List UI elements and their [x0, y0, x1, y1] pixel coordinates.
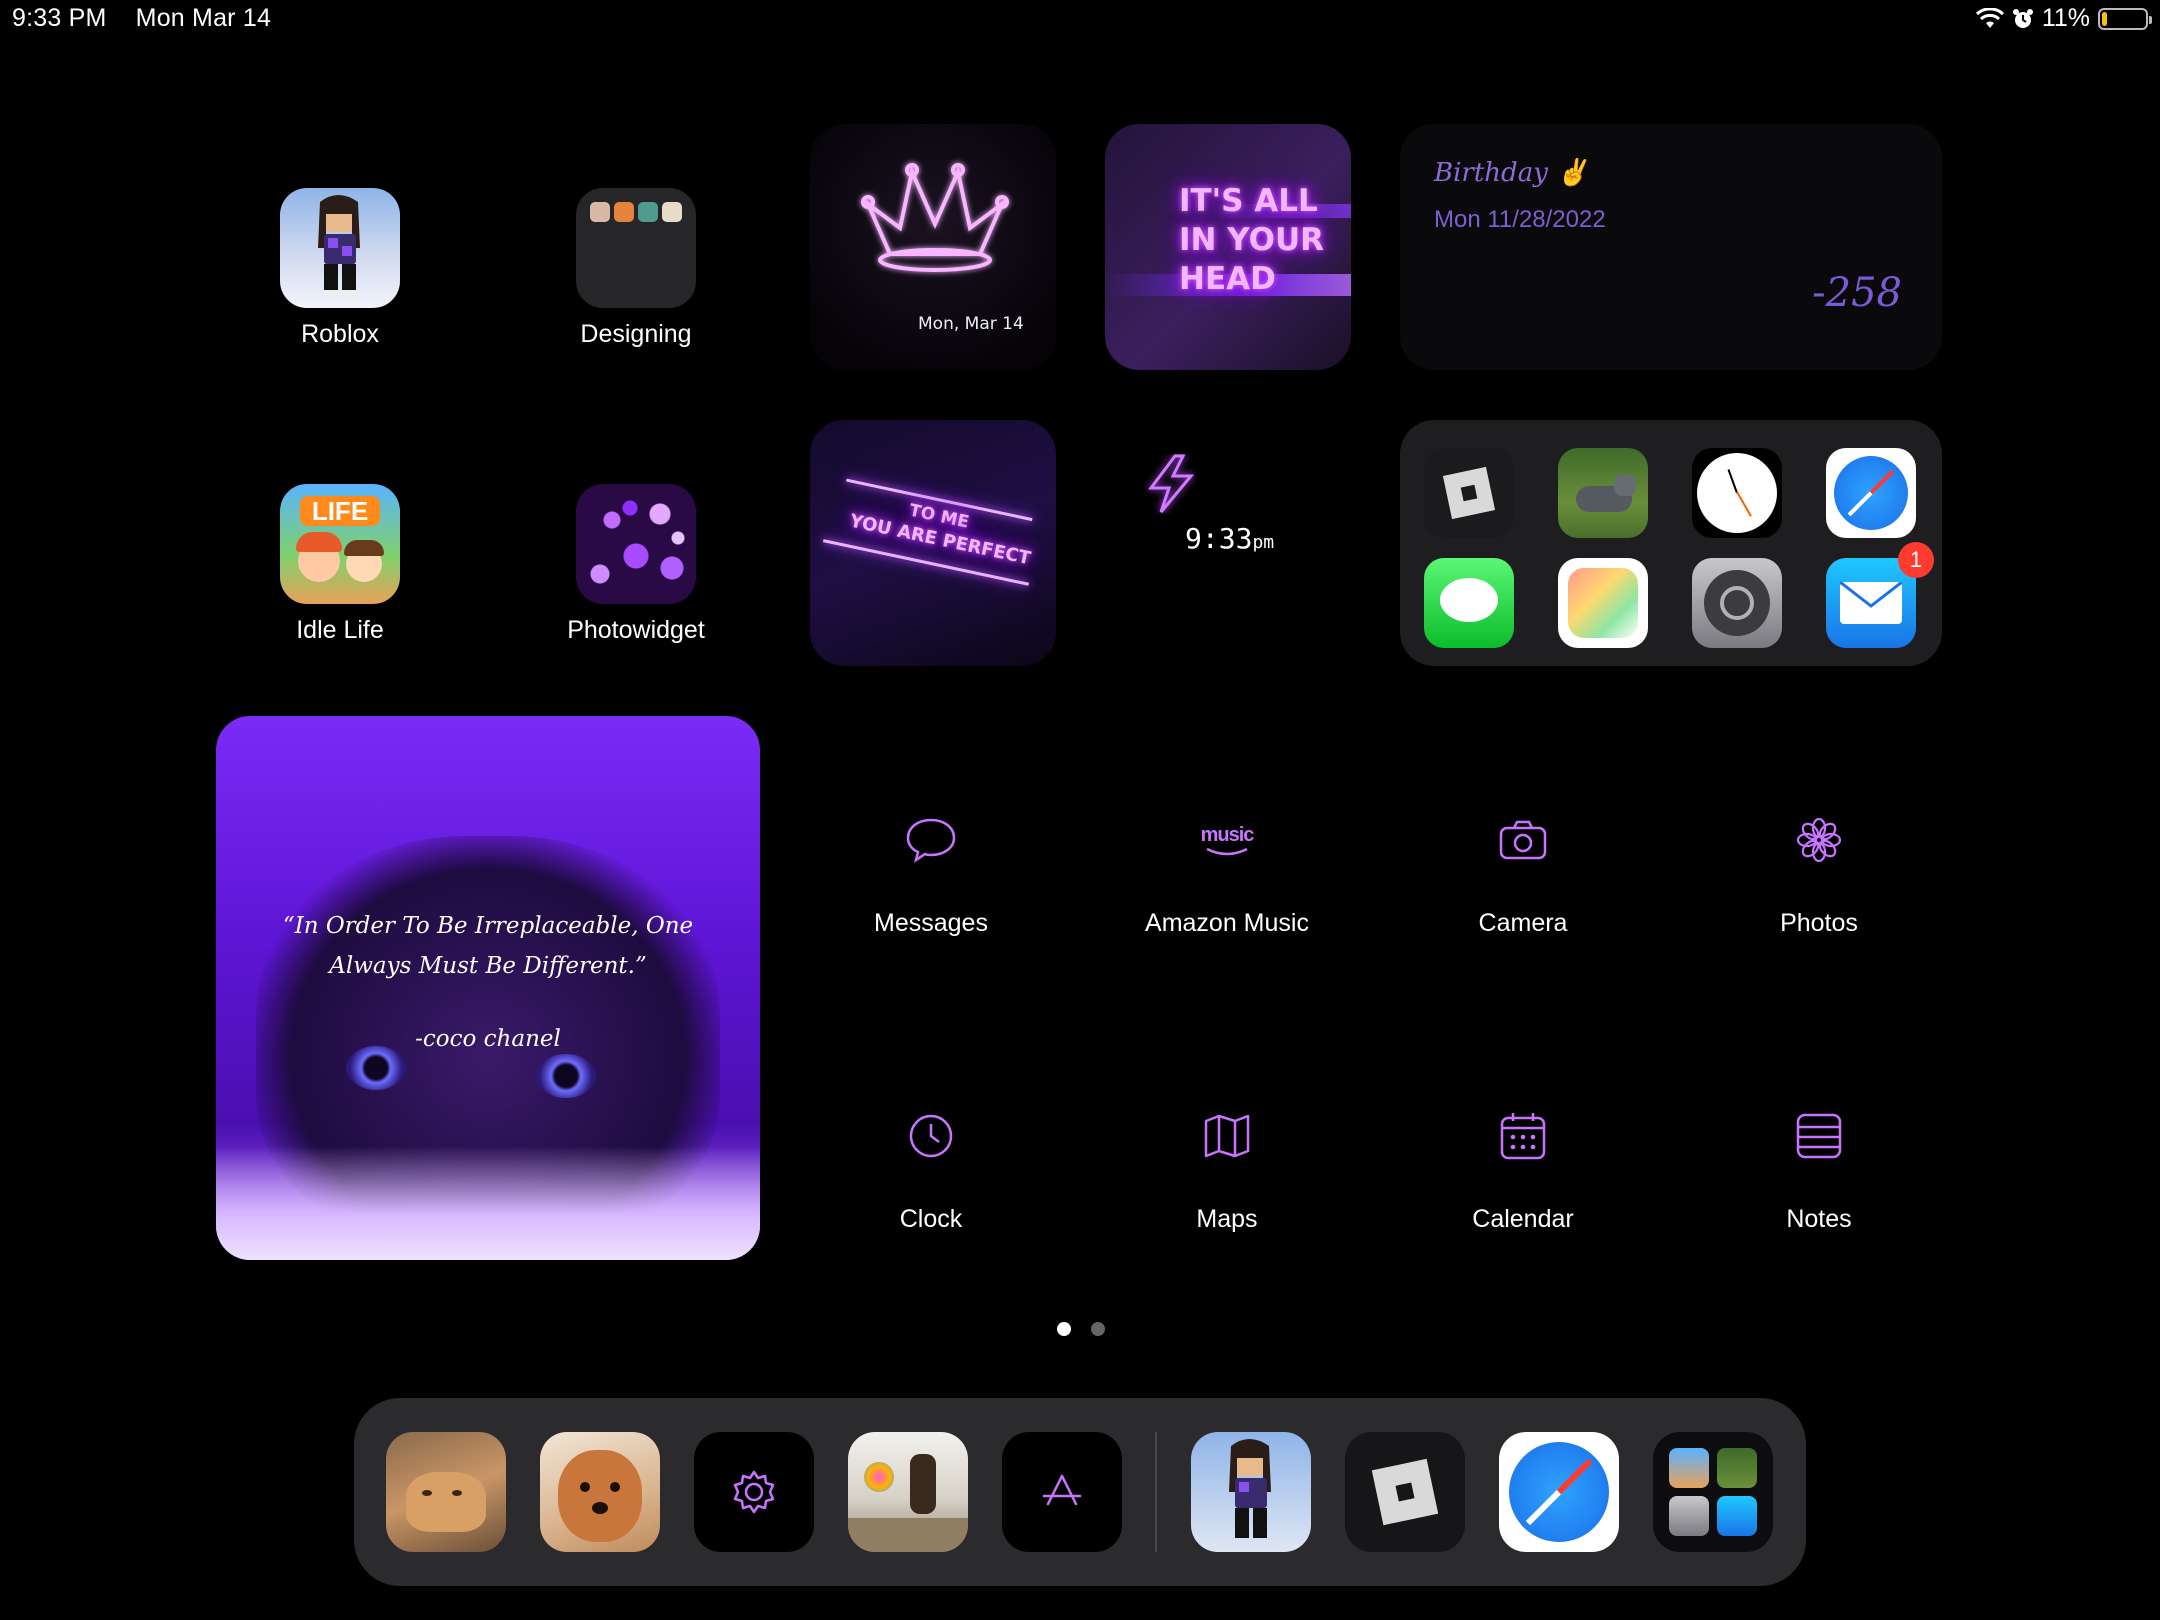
alarm-icon — [2012, 8, 2033, 28]
photos-widget-icon[interactable] — [1558, 558, 1648, 648]
app-label-roblox: Roblox — [301, 320, 379, 348]
lightning-icon — [1148, 454, 1195, 513]
idle-life-icon: LIFE — [280, 484, 400, 604]
app-shortcuts-widget: 1 — [1400, 420, 1942, 666]
app-label-messages: Messages — [874, 909, 988, 937]
messages-color-icon[interactable] — [1424, 558, 1514, 648]
app-label-calendar: Calendar — [1472, 1205, 1574, 1233]
settings-gear-icon[interactable] — [1692, 558, 1782, 648]
designing-folder-icon — [576, 188, 696, 308]
crown-neon-icon — [861, 163, 1009, 272]
safari-icon[interactable] — [1826, 448, 1916, 538]
dog-photo-1-icon[interactable] — [386, 1432, 506, 1552]
neon-head-text: IT'S ALL IN YOUR HEAD — [1179, 182, 1324, 299]
message-bubble-icon — [896, 805, 966, 875]
birthday-countdown-widget[interactable]: Birthday ✌️ Mon 11/28/2022 -258 — [1400, 124, 1942, 370]
app-idle-life[interactable]: LIFE Idle Life — [240, 484, 440, 645]
quote-author: -coco chanel — [415, 1026, 561, 1052]
roblox-avatar-icon — [280, 188, 400, 308]
calendar-icon — [1488, 1101, 1558, 1171]
wolf-game-icon[interactable] — [1558, 448, 1648, 538]
clock-app-icon[interactable] — [1692, 448, 1782, 538]
dock-divider — [1155, 1432, 1157, 1552]
perfect-sign-widget[interactable]: TO ME YOU ARE PERFECT — [810, 420, 1056, 666]
cat-right-eye — [536, 1054, 596, 1098]
app-label-camera: Camera — [1478, 909, 1568, 937]
app-calendar[interactable]: Calendar — [1423, 1101, 1623, 1234]
app-label-photos: Photos — [1780, 909, 1858, 937]
app-label-notes: Notes — [1786, 1205, 1852, 1233]
battery-percent: 11% — [2041, 4, 2090, 32]
status-date: Mon Mar 14 — [135, 4, 272, 32]
flower-icon — [1784, 805, 1854, 875]
app-maps[interactable]: Maps — [1127, 1101, 1327, 1234]
app-roblox[interactable]: Roblox — [240, 188, 440, 349]
app-messages[interactable]: Messages — [831, 805, 1031, 938]
safari-dock-icon[interactable] — [1499, 1432, 1619, 1552]
roblox-avatar-dock-icon[interactable] — [1191, 1432, 1311, 1552]
status-bar-left: 9:33 PM Mon Mar 14 — [12, 4, 293, 33]
app-label-amazon-music: Amazon Music — [1145, 909, 1309, 937]
neon-line-1: IT'S ALL — [1179, 183, 1318, 219]
cat-left-eye — [346, 1046, 406, 1090]
page-dot-active[interactable] — [1057, 1322, 1071, 1336]
notes-icon — [1784, 1101, 1854, 1171]
bokeh-photo-icon — [576, 484, 696, 604]
app-photowidget[interactable]: Photowidget — [536, 484, 736, 645]
app-label-maps: Maps — [1196, 1205, 1258, 1233]
cat-foreground-blur — [216, 1146, 760, 1260]
app-label-idle-life: Idle Life — [296, 616, 384, 644]
clock-icon — [896, 1101, 966, 1171]
mail-badge: 1 — [1898, 542, 1934, 578]
battery-icon — [2098, 7, 2152, 30]
perfect-sign-frame: TO ME YOU ARE PERFECT — [810, 436, 1056, 644]
app-photos[interactable]: Photos — [1719, 805, 1919, 938]
battery-fill — [2102, 11, 2108, 26]
countdown-title: Birthday ✌️ — [1434, 158, 1589, 188]
neon-head-widget[interactable]: IT'S ALL IN YOUR HEAD — [1105, 124, 1351, 370]
amazon-music-icon: music — [1192, 805, 1262, 875]
neon-line-2: IN YOUR — [1179, 222, 1325, 258]
app-camera[interactable]: Camera — [1423, 805, 1623, 938]
status-bar-right: 11% — [1975, 4, 2152, 33]
countdown-value: -258 — [1812, 270, 1902, 316]
folder-designing[interactable]: Designing — [536, 188, 736, 349]
app-amazon-music[interactable]: music Amazon Music — [1127, 805, 1327, 938]
pirate-photo-icon[interactable] — [848, 1432, 968, 1552]
wifi-icon — [1975, 7, 2004, 28]
neon-clock-time: 9:33pm — [1185, 522, 1274, 555]
app-store-outline-icon[interactable] — [1002, 1432, 1122, 1552]
folder-label-designing: Designing — [580, 320, 692, 348]
quote-widget[interactable]: “In Order To Be Irreplaceable, One Alway… — [216, 716, 760, 1260]
amazon-music-glyph: music — [1200, 823, 1255, 846]
dog-photo-2-icon[interactable] — [540, 1432, 660, 1552]
games-folder-icon[interactable] — [1653, 1432, 1773, 1552]
roblox-dock-icon[interactable] — [1345, 1432, 1465, 1552]
neon-line-3: HEAD — [1179, 261, 1276, 297]
app-notes[interactable]: Notes — [1719, 1101, 1919, 1234]
page-dot[interactable] — [1091, 1322, 1105, 1336]
app-label-clock: Clock — [899, 1205, 963, 1233]
crown-widget-date: Mon, Mar 14 — [918, 314, 1024, 334]
clock-time-suffix: pm — [1252, 532, 1275, 553]
map-icon — [1192, 1101, 1262, 1171]
settings-outline-icon[interactable] — [694, 1432, 814, 1552]
countdown-date: Mon 11/28/2022 — [1434, 206, 1606, 233]
app-label-photowidget: Photowidget — [567, 616, 705, 644]
app-clock[interactable]: Clock — [831, 1101, 1031, 1234]
roblox-logo-icon[interactable] — [1424, 448, 1514, 538]
neon-clock-widget[interactable]: 9:33pm — [1105, 420, 1351, 666]
crown-widget[interactable]: Mon, Mar 14 — [810, 124, 1056, 370]
status-time: 9:33 PM — [12, 4, 107, 32]
camera-icon — [1488, 805, 1558, 875]
quote-text: “In Order To Be Irreplaceable, One Alway… — [282, 913, 694, 979]
clock-time-value: 9:33 — [1185, 522, 1253, 555]
